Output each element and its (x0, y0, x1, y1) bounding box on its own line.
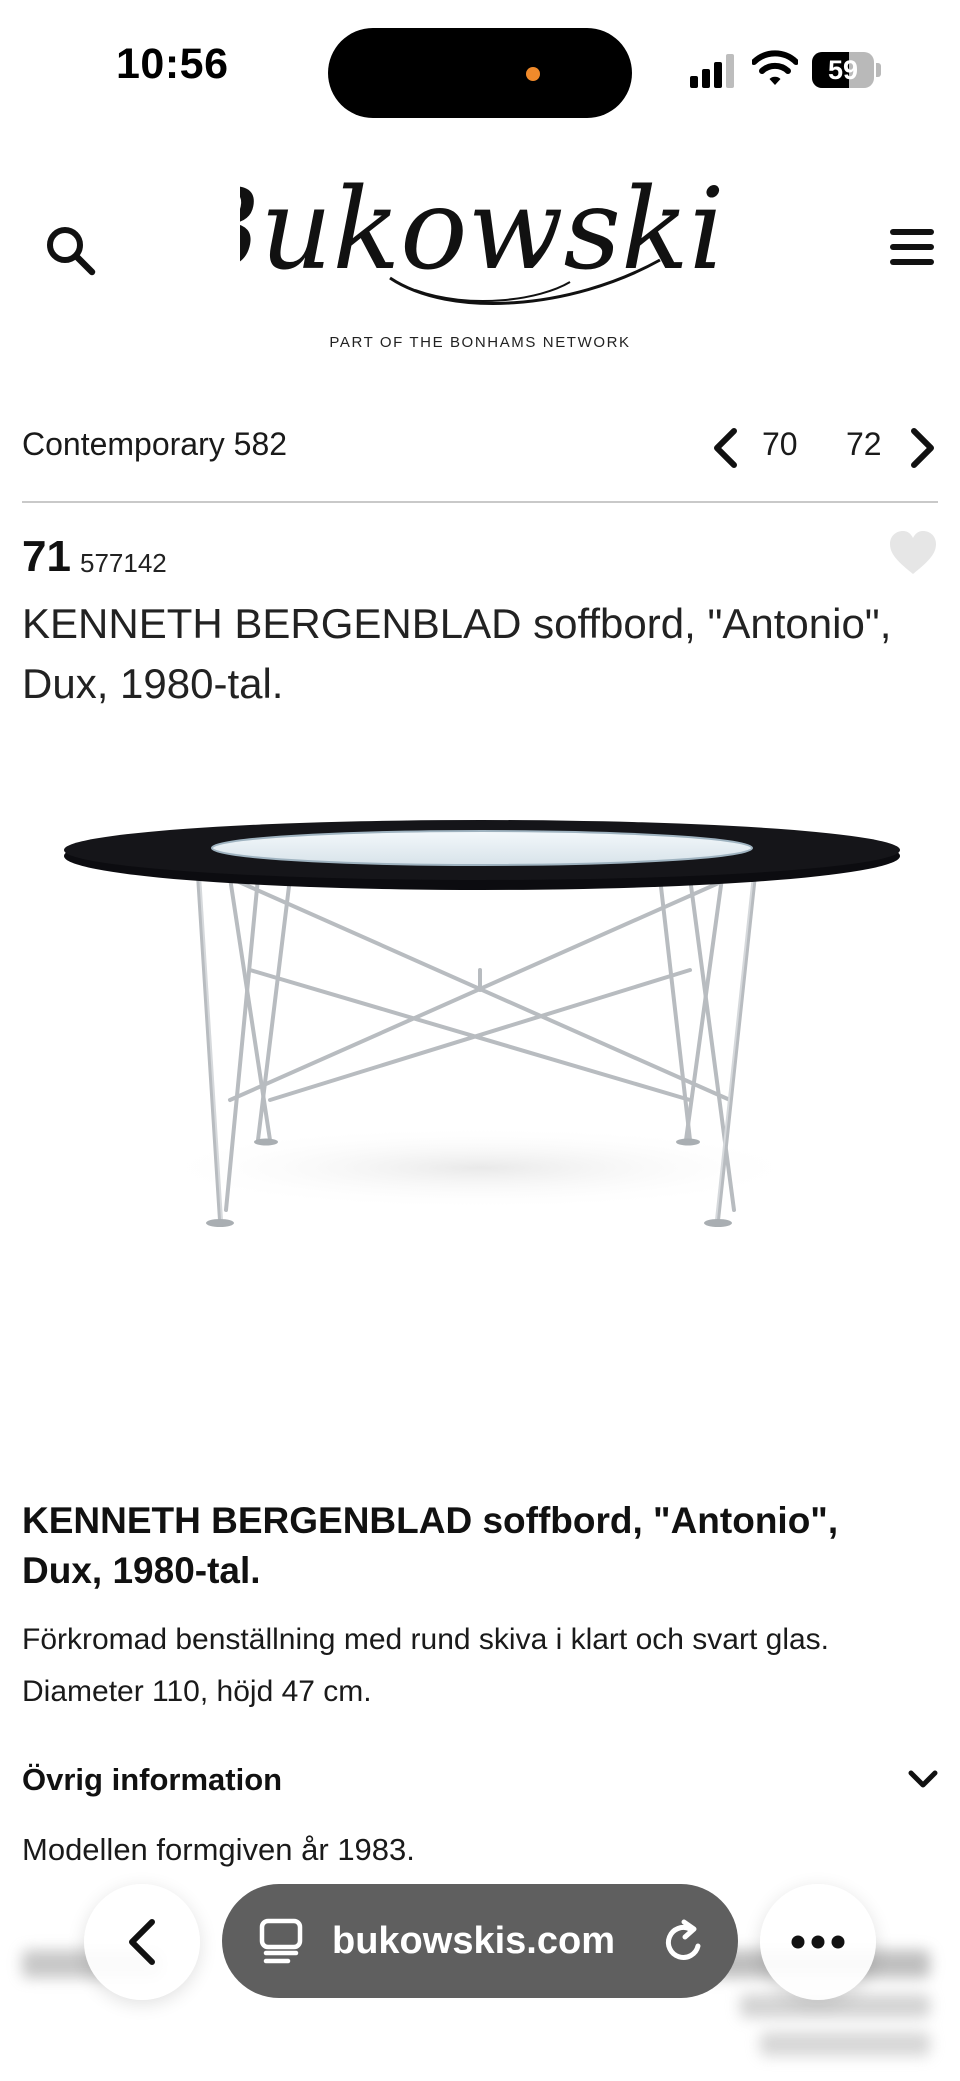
bukowskis-logo[interactable]: Bukowskis (176, 150, 782, 320)
chevron-right-icon[interactable] (906, 426, 940, 470)
back-icon (129, 1919, 155, 1965)
product-image[interactable] (50, 770, 910, 1250)
auction-title[interactable]: Contemporary 582 (22, 426, 287, 463)
status-time: 10:56 (116, 40, 229, 88)
divider (22, 501, 938, 503)
heart-icon[interactable] (888, 530, 938, 576)
logo-wordmark: Bukowskis (240, 165, 720, 295)
description-text: Förkromad benställning med rund skiva i … (22, 1623, 830, 1708)
dynamic-island (328, 28, 632, 118)
other-info-heading[interactable]: Övrig information (22, 1762, 282, 1798)
lot-title: KENNETH BERGENBLAD soffbord, "Antonio", … (22, 600, 892, 707)
chevron-down-icon[interactable] (906, 1766, 940, 1794)
chevron-left-icon[interactable] (708, 426, 742, 470)
more-icon (791, 1935, 845, 1949)
menu-icon[interactable] (888, 226, 936, 268)
other-info-text: Modellen formgiven år 1983. (22, 1832, 415, 1867)
description-title: KENNETH BERGENBLAD soffbord, "Antonio", … (22, 1500, 839, 1591)
prev-lot-number[interactable]: 70 (762, 426, 798, 463)
lot-id: 577142 (80, 548, 167, 578)
battery-level: 59 (827, 55, 859, 85)
cellular-signal-icon (690, 54, 734, 88)
url-text[interactable]: bukowskis.com (332, 1884, 615, 1998)
next-lot-number[interactable]: 72 (846, 426, 882, 463)
address-bar[interactable]: bukowskis.com (222, 1884, 738, 1998)
search-icon[interactable] (42, 222, 98, 278)
recording-indicator (526, 67, 540, 81)
browser-back-button[interactable] (84, 1884, 200, 2000)
wifi-icon (752, 50, 798, 85)
battery-indicator: 59 (812, 52, 882, 88)
more-options-button[interactable] (760, 1884, 876, 2000)
lot-number: 71 (22, 532, 71, 581)
tabs-icon[interactable] (256, 1916, 306, 1966)
logo-tagline: PART OF THE BONHAMS NETWORK (329, 334, 631, 351)
reload-icon[interactable] (660, 1918, 708, 1966)
